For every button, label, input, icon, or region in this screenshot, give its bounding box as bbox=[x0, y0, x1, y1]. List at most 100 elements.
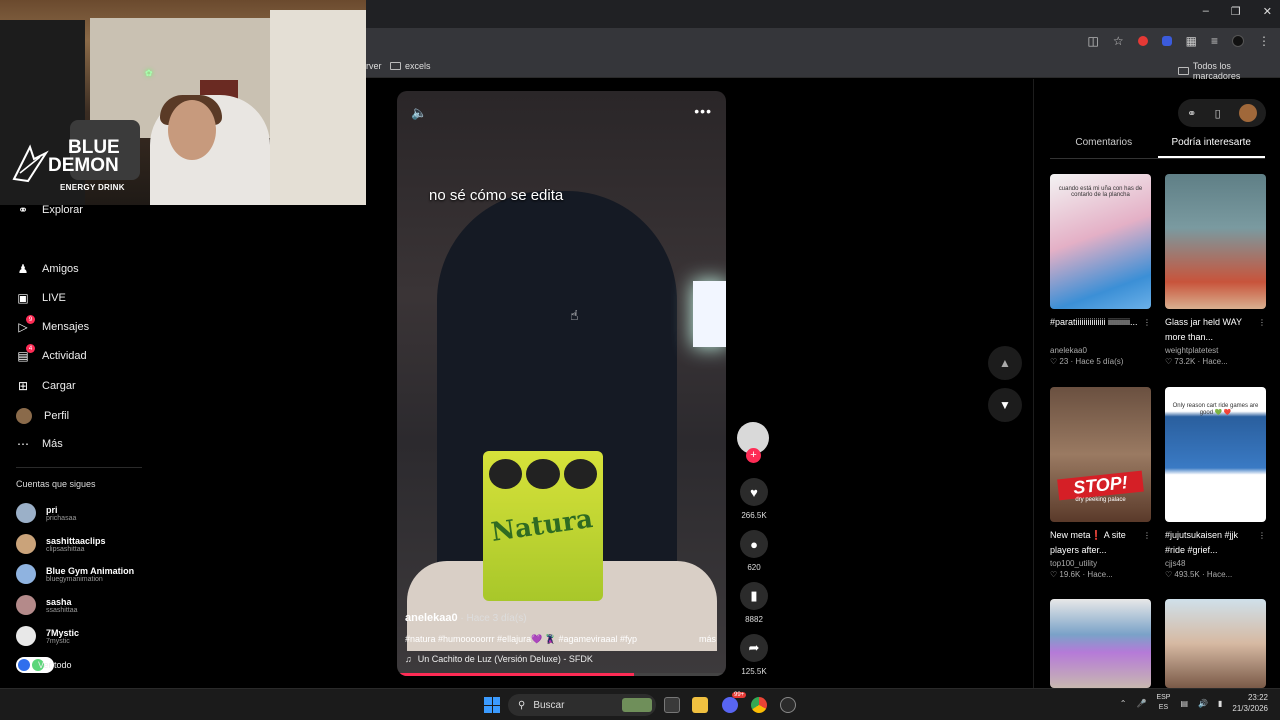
account-name: pri bbox=[46, 504, 58, 515]
follow-plus-icon[interactable]: + bbox=[746, 448, 761, 463]
chrome-icon[interactable] bbox=[751, 697, 767, 713]
card-more-icon[interactable]: ⋮ bbox=[1143, 315, 1151, 330]
hand-cursor-icon: ☝ bbox=[570, 307, 579, 323]
card-more-icon[interactable]: ⋮ bbox=[1143, 528, 1151, 543]
sidebar-item-live[interactable]: ▣ LIVE bbox=[16, 291, 66, 305]
device-icon[interactable]: ▯ bbox=[1215, 107, 1221, 120]
video-player[interactable]: Natura no sé cómo se edita 🔈 ••• aneleka… bbox=[397, 91, 726, 676]
profile-icon[interactable] bbox=[1232, 35, 1244, 47]
video-progress-bar[interactable] bbox=[397, 673, 726, 676]
card-likes: 19.6K bbox=[1059, 570, 1081, 579]
card-username: weightplatetest bbox=[1165, 346, 1219, 355]
sidebar-item-explore[interactable]: ⚭ Explorar bbox=[16, 203, 83, 217]
see-all-link[interactable]: Ver todo bbox=[16, 657, 72, 673]
extensions-puzzle-icon[interactable]: ▦ bbox=[1186, 34, 1197, 48]
previous-video-button[interactable]: ▲ bbox=[988, 346, 1022, 380]
taskbar-search[interactable]: ⚲ Buscar bbox=[508, 694, 656, 716]
thumbnail-subtitle: dry peeking palace bbox=[1075, 497, 1126, 503]
restore-button[interactable]: ❐ bbox=[1231, 5, 1241, 18]
following-account[interactable]: 7Mystic 7mystic bbox=[16, 626, 79, 646]
clock[interactable]: 23:22 21/3/2026 bbox=[1232, 692, 1268, 714]
description-more-button[interactable]: más bbox=[699, 634, 716, 644]
file-explorer-icon[interactable] bbox=[692, 697, 708, 713]
video-description[interactable]: #natura #humooooorrr #ellajura💜 🦹 #agame… bbox=[405, 634, 675, 645]
recommended-video-card[interactable]: Only reason cart ride games are good 💚 ❤… bbox=[1165, 387, 1266, 579]
card-username: anelekaa0 bbox=[1050, 346, 1087, 355]
card-more-icon[interactable]: ⋮ bbox=[1258, 528, 1266, 543]
following-account[interactable]: sasha ssashittaa bbox=[16, 595, 78, 615]
discord-icon[interactable] bbox=[722, 697, 738, 713]
bookmark-partial[interactable]: rver bbox=[366, 61, 382, 71]
sidebar-item-messages[interactable]: ▷ 9 Mensajes bbox=[16, 315, 89, 334]
live-icon: ▣ bbox=[17, 291, 29, 305]
sidebar-item-profile[interactable]: Perfil bbox=[16, 408, 69, 424]
sidebar-item-more[interactable]: ⋯ Más bbox=[16, 437, 63, 451]
video-frame-screen bbox=[693, 281, 726, 347]
language-indicator[interactable]: ESP ES bbox=[1156, 693, 1170, 713]
tab-comments[interactable]: Comentarios bbox=[1050, 137, 1158, 158]
sidebar-item-label: Cargar bbox=[42, 380, 76, 392]
sidebar-item-friends[interactable]: ♟ Amigos bbox=[16, 262, 79, 276]
close-window-button[interactable]: ✕ bbox=[1263, 5, 1272, 18]
tab-you-may-like[interactable]: Podría interesarte bbox=[1157, 137, 1265, 158]
comment-button[interactable]: ● bbox=[740, 530, 768, 558]
volume-icon[interactable]: 🔊 bbox=[1198, 699, 1208, 708]
recommended-video-card[interactable] bbox=[1165, 599, 1266, 688]
app-icon[interactable] bbox=[780, 697, 796, 713]
install-app-icon[interactable]: ◫ bbox=[1088, 34, 1099, 48]
recommended-video-card[interactable]: Glass jar held WAY more than... ⋮ weightp… bbox=[1165, 174, 1266, 366]
account-name: sashittaaclips bbox=[46, 535, 106, 546]
windows-start-icon[interactable] bbox=[484, 697, 500, 713]
recommended-video-card[interactable]: STOP! dry peeking palace New meta❗ A sit… bbox=[1050, 387, 1151, 579]
minimize-button[interactable]: – bbox=[1203, 5, 1209, 18]
card-time: Hace... bbox=[1206, 570, 1233, 579]
microphone-icon[interactable]: 🎤 bbox=[1136, 699, 1146, 708]
music-note-icon: ♫ bbox=[405, 654, 412, 664]
card-likes: 73.2K bbox=[1174, 357, 1196, 366]
more-options-icon[interactable]: ••• bbox=[694, 103, 712, 119]
more-icon: ⋯ bbox=[17, 437, 29, 451]
recommended-video-card[interactable] bbox=[1050, 599, 1151, 688]
sidebar-item-activity[interactable]: ▤ 4 Actividad bbox=[16, 344, 87, 363]
video-author[interactable]: anelekaa0 · Hace 3 día(s) bbox=[405, 612, 527, 624]
next-video-button[interactable]: ▼ bbox=[988, 388, 1022, 422]
heart-outline-icon: ♡ bbox=[1050, 357, 1058, 366]
all-bookmarks[interactable]: Todos los marcadores bbox=[1178, 61, 1280, 81]
compass-small-icon[interactable]: ⚭ bbox=[1187, 107, 1196, 120]
save-button[interactable]: ▮ bbox=[740, 582, 768, 610]
sidebar-item-label: Perfil bbox=[44, 410, 70, 422]
video-overlay-text: no sé cómo se edita bbox=[429, 187, 564, 204]
card-more-icon[interactable]: ⋮ bbox=[1258, 315, 1266, 330]
user-avatar[interactable] bbox=[1238, 104, 1257, 122]
sidebar-item-upload[interactable]: ⊞ Cargar bbox=[16, 379, 76, 393]
author-name: anelekaa0 bbox=[405, 612, 458, 624]
account-name: 7Mystic bbox=[46, 627, 80, 638]
recommended-video-card[interactable]: cuando está mi uña con has de contarlo d… bbox=[1050, 174, 1151, 366]
volume-icon[interactable]: 🔈 bbox=[411, 105, 427, 121]
extension-red-icon[interactable] bbox=[1137, 36, 1148, 46]
browser-menu-icon[interactable]: ⋮ bbox=[1258, 34, 1270, 48]
battery-icon[interactable]: ▮ bbox=[1218, 699, 1222, 708]
media-control-icon[interactable]: ≡ bbox=[1211, 34, 1218, 48]
keyboard-layout: ES bbox=[1158, 704, 1169, 711]
see-all-label: Ver todo bbox=[38, 660, 72, 670]
video-music[interactable]: ♫ Un Cachito de Luz (Versión Deluxe) - SF… bbox=[405, 654, 593, 664]
chevron-up-icon[interactable]: ⌃ bbox=[1120, 699, 1127, 708]
share-button[interactable]: ➦ bbox=[740, 634, 768, 662]
following-account[interactable]: pri prichasaa bbox=[16, 503, 76, 523]
following-account[interactable]: sashittaaclips clipsashittaa bbox=[16, 534, 106, 554]
share-arrow-icon: ➦ bbox=[748, 640, 760, 655]
like-button[interactable]: ♥ bbox=[740, 478, 768, 506]
bookmark-star-icon[interactable]: ☆ bbox=[1113, 34, 1124, 48]
search-label: Buscar bbox=[533, 699, 565, 711]
compass-icon: ⚭ bbox=[17, 203, 29, 217]
brand-tagline: ENERGY DRINK bbox=[60, 183, 125, 192]
bookmark-folder-excels[interactable]: excels bbox=[390, 61, 431, 71]
discord-badge: 99+ bbox=[732, 692, 747, 698]
following-account[interactable]: Blue Gym Animation bluegymanimation bbox=[16, 564, 134, 584]
task-view-icon[interactable] bbox=[664, 697, 680, 713]
extension-shield-icon[interactable] bbox=[1161, 36, 1172, 46]
sidebar-item-label: Actividad bbox=[42, 350, 87, 362]
network-icon[interactable]: ▤ bbox=[1180, 699, 1188, 708]
toolbar-icons: ◫ ☆ ▦ ≡ ⋮ bbox=[1088, 34, 1270, 48]
